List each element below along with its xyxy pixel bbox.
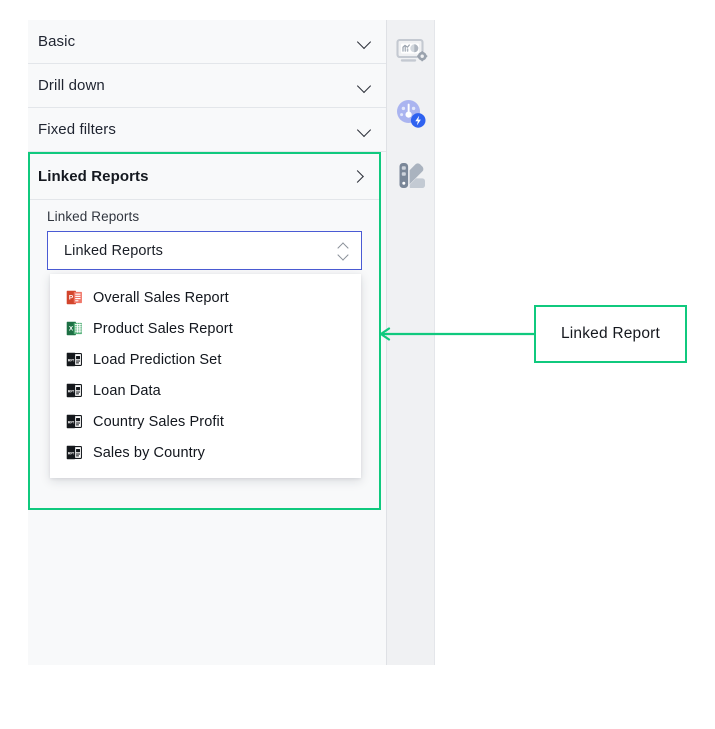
chevron-down-icon[interactable] — [358, 125, 372, 134]
dark-report-file-icon: RPT — [66, 414, 82, 429]
list-item[interactable]: RPT Load Prediction Set — [50, 344, 361, 375]
linked-reports-highlight: Linked Reports Linked Reports Linked Rep… — [28, 152, 381, 510]
accordion-row-fixed-filters[interactable]: Fixed filters — [28, 108, 386, 152]
annotation-callout: Linked Report — [534, 305, 687, 363]
accordion-row-drill-down[interactable]: Drill down — [28, 64, 386, 108]
dark-report-file-icon: RPT — [66, 383, 82, 398]
list-item-label: Sales by Country — [93, 444, 206, 461]
accordion-label: Basic — [38, 33, 76, 50]
dark-report-file-icon: RPT — [66, 445, 82, 460]
linked-reports-field-label: Linked Reports — [47, 209, 140, 224]
accordion-row-linked-reports[interactable]: Linked Reports — [30, 154, 379, 200]
chevron-down-icon[interactable] — [358, 37, 372, 46]
dashboard-settings-icon — [395, 38, 427, 62]
excel-file-icon: X — [66, 321, 82, 336]
linked-reports-dropdown-list[interactable]: P Overall Sales Report X Product Sales R… — [50, 274, 361, 478]
list-item[interactable]: RPT Sales by Country — [50, 437, 361, 468]
color-palette-icon — [399, 163, 425, 188]
linked-reports-select[interactable]: Linked Reports — [47, 231, 362, 270]
list-item-label: Overall Sales Report — [93, 289, 229, 306]
screenshot-stage: Basic Drill down Fixed filters Linked Re… — [0, 0, 715, 729]
list-item-label: Load Prediction Set — [93, 351, 222, 368]
chevron-right-icon[interactable] — [353, 170, 363, 183]
chevron-down-icon[interactable] — [358, 81, 372, 90]
list-item[interactable]: X Product Sales Report — [50, 313, 361, 344]
chevron-up-down-icon[interactable] — [338, 241, 349, 261]
linked-reports-field: Linked Reports Linked Reports — [30, 200, 379, 270]
list-item-label: Loan Data — [93, 382, 161, 399]
accordion-label: Fixed filters — [38, 121, 116, 138]
list-item-label: Product Sales Report — [93, 320, 233, 337]
annotation-arrow — [379, 327, 534, 341]
annotation-label: Linked Report — [560, 325, 661, 342]
dashboard-settings-button[interactable] — [391, 32, 431, 72]
list-item[interactable]: RPT Country Sales Profit — [50, 406, 361, 437]
linked-reports-title: Linked Reports — [38, 168, 149, 185]
list-item[interactable]: RPT Loan Data — [50, 375, 361, 406]
gauge-performance-button[interactable] — [391, 94, 431, 134]
powerpoint-file-icon: P — [66, 290, 82, 305]
accordion-label: Drill down — [38, 77, 105, 94]
list-item[interactable]: P Overall Sales Report — [50, 282, 361, 313]
list-item-label: Country Sales Profit — [93, 413, 224, 430]
select-value: Linked Reports — [64, 242, 163, 259]
dark-report-file-icon: RPT — [66, 352, 82, 367]
accordion-row-basic[interactable]: Basic — [28, 20, 386, 64]
color-palette-button[interactable] — [391, 156, 431, 196]
gauge-performance-icon — [396, 100, 425, 128]
